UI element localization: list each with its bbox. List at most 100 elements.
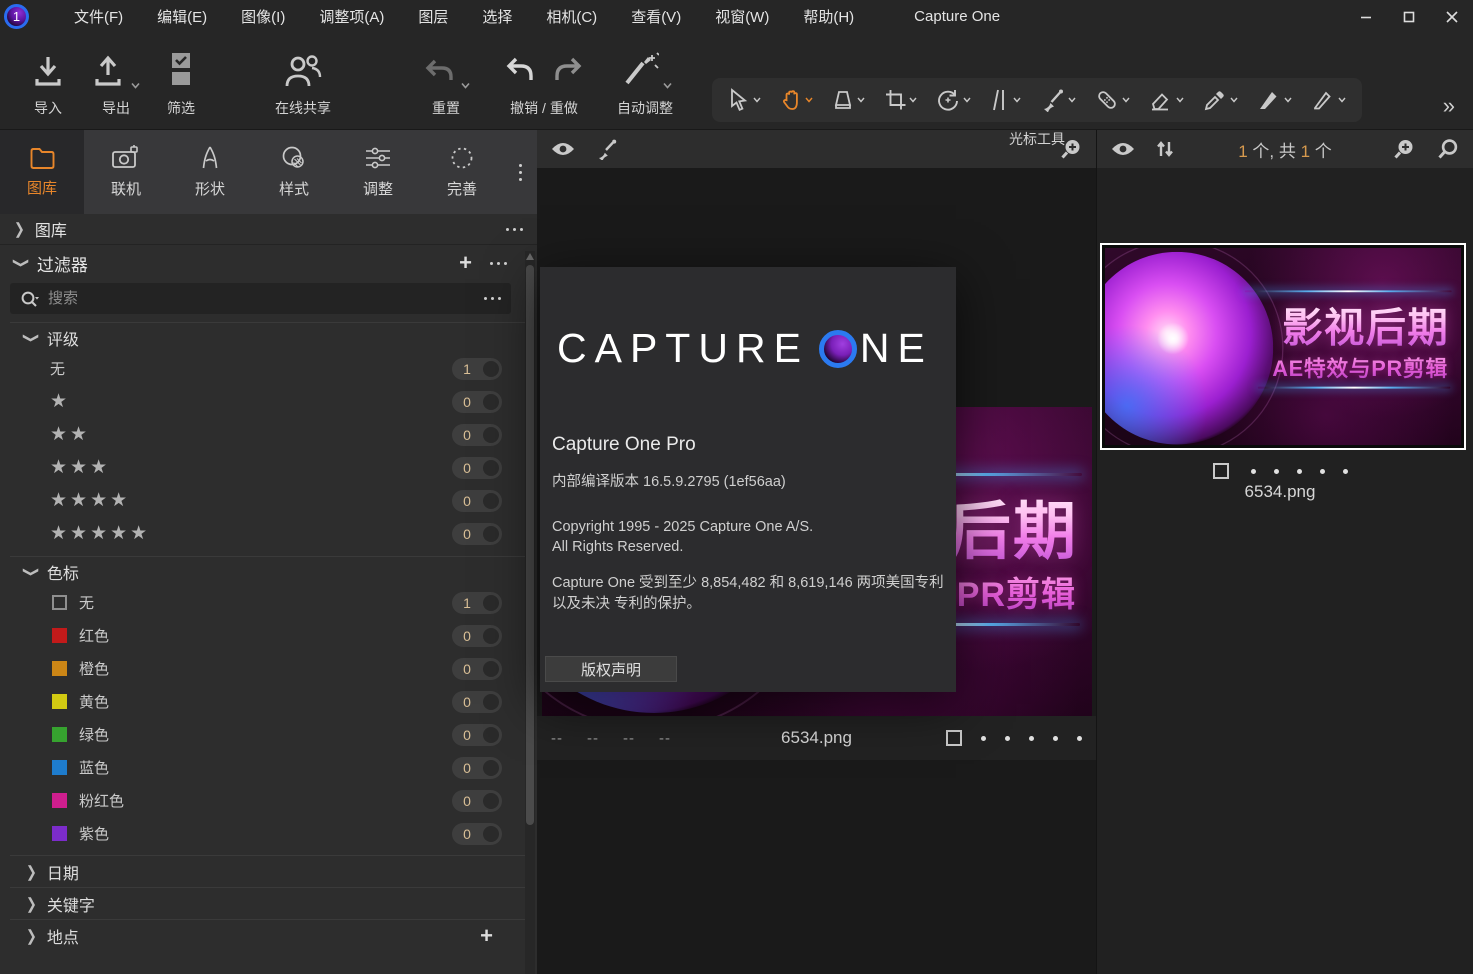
color-row-green[interactable]: 绿色 0 xyxy=(0,718,537,751)
menu-adjustments[interactable]: 调整项(A) xyxy=(302,0,401,33)
count-badge[interactable]: 0 xyxy=(452,658,502,680)
fill-pen-tool[interactable] xyxy=(1255,84,1294,116)
straighten-tool[interactable] xyxy=(988,84,1023,116)
rating-row-5star[interactable]: ★★★★★ 0 xyxy=(0,517,537,550)
rating-row-4star[interactable]: ★★★★ 0 xyxy=(0,484,537,517)
rating-row-none[interactable]: 无 1 xyxy=(0,352,537,385)
places-section-header[interactable]: ❯ 地点 + xyxy=(10,919,527,951)
menu-camera[interactable]: 相机(C) xyxy=(529,0,614,33)
tab-adjust[interactable]: 调整 xyxy=(336,130,420,214)
search-input[interactable] xyxy=(48,290,484,307)
color-tag-section-header[interactable]: ❯ 色标 xyxy=(10,556,527,586)
import-button[interactable]: 导入 xyxy=(20,43,76,118)
sidebar-scrollbar[interactable] xyxy=(525,251,535,974)
share-button[interactable]: 在线共享 xyxy=(255,43,351,118)
rating-dots[interactable] xyxy=(1251,469,1348,474)
rating-row-2star[interactable]: ★★ 0 xyxy=(0,418,537,451)
menu-edit[interactable]: 编辑(E) xyxy=(140,0,224,33)
color-row-red[interactable]: 红色 0 xyxy=(0,619,537,652)
count-badge[interactable]: 0 xyxy=(452,457,502,479)
undo-icon[interactable] xyxy=(505,53,535,89)
menu-help[interactable]: 帮助(H) xyxy=(786,0,871,33)
zoom-in-icon[interactable] xyxy=(1393,138,1415,160)
add-place-icon[interactable]: + xyxy=(480,925,493,947)
close-icon[interactable] xyxy=(1430,0,1473,33)
count-badge[interactable]: 0 xyxy=(452,523,502,545)
pan-tool[interactable] xyxy=(778,84,815,116)
rating-section-header[interactable]: ❯ 评级 xyxy=(10,322,527,352)
count-badge[interactable]: 0 xyxy=(452,625,502,647)
brush-tool[interactable] xyxy=(1039,84,1078,116)
tab-shapes[interactable]: 形状 xyxy=(168,130,252,214)
reset-button[interactable]: 重置 xyxy=(413,43,479,118)
color-row-orange[interactable]: 橙色 0 xyxy=(0,652,537,685)
count-badge[interactable]: 0 xyxy=(452,691,502,713)
keywords-section-header[interactable]: ❯ 关键字 xyxy=(10,887,527,919)
crop-tool[interactable] xyxy=(882,84,919,116)
library-menu-icon[interactable] xyxy=(506,228,523,231)
thumbnail-selected[interactable]: 影视后期 AE特效与PR剪辑 xyxy=(1100,243,1466,450)
menu-layers[interactable]: 图层 xyxy=(401,0,465,33)
brush-icon[interactable] xyxy=(597,138,619,160)
count-badge[interactable]: 0 xyxy=(452,424,502,446)
loupe-tool[interactable] xyxy=(830,84,867,116)
tab-library[interactable]: 图库 xyxy=(0,130,84,214)
count-badge[interactable]: 0 xyxy=(452,724,502,746)
filter-button[interactable]: 筛选 xyxy=(155,43,207,118)
select-checkbox[interactable] xyxy=(946,730,962,746)
toolbar-overflow-icon[interactable]: » xyxy=(1443,95,1455,117)
rating-row-1star[interactable]: ★ 0 xyxy=(0,385,537,418)
color-row-pink[interactable]: 粉红色 0 xyxy=(0,784,537,817)
count-badge[interactable]: 0 xyxy=(452,391,502,413)
cursor-tools-group xyxy=(712,78,1362,122)
color-row-none[interactable]: 无 1 xyxy=(0,586,537,619)
select-checkbox[interactable] xyxy=(1213,463,1229,479)
color-row-purple[interactable]: 紫色 0 xyxy=(0,817,537,850)
count-badge[interactable]: 0 xyxy=(452,490,502,512)
library-section-header[interactable]: ❯ 图库 xyxy=(0,214,537,245)
date-section-header[interactable]: ❯ 日期 xyxy=(10,855,527,887)
color-swatch-blue xyxy=(52,760,67,775)
count-badge[interactable]: 0 xyxy=(452,823,502,845)
color-swatch-purple xyxy=(52,826,67,841)
menu-view[interactable]: 查看(V) xyxy=(614,0,698,33)
erase-tool[interactable] xyxy=(1147,84,1186,116)
filters-header[interactable]: ❯ 过滤器 + xyxy=(0,245,537,281)
rating-row-3star[interactable]: ★★★ 0 xyxy=(0,451,537,484)
tab-capture[interactable]: 联机 xyxy=(84,130,168,214)
redo-icon[interactable] xyxy=(553,53,583,89)
magic-wand-icon xyxy=(600,43,690,93)
count-badge[interactable]: 1 xyxy=(452,358,502,380)
search-icon[interactable] xyxy=(1437,138,1459,160)
tab-refine[interactable]: 完善 xyxy=(420,130,504,214)
rating-dots[interactable] xyxy=(981,736,1082,741)
heal-tool[interactable] xyxy=(1093,84,1132,116)
search-options-icon[interactable] xyxy=(484,297,501,300)
add-filter-icon[interactable]: + xyxy=(459,252,472,274)
menu-window[interactable]: 视窗(W) xyxy=(698,0,786,33)
count-badge[interactable]: 0 xyxy=(452,757,502,779)
pen-tool[interactable] xyxy=(1309,84,1348,116)
menu-select[interactable]: 选择 xyxy=(465,0,529,33)
menu-image[interactable]: 图像(I) xyxy=(224,0,302,33)
maximize-icon[interactable] xyxy=(1387,0,1430,33)
export-button[interactable]: 导出 xyxy=(83,43,149,118)
eye-icon[interactable] xyxy=(551,141,575,157)
capture-one-logo: CAPTURE NE xyxy=(557,325,933,372)
filters-menu-icon[interactable] xyxy=(490,262,507,265)
rotate-tool[interactable] xyxy=(934,84,973,116)
count-badge[interactable]: 1 xyxy=(452,592,502,614)
thumbnail-image: 影视后期 AE特效与PR剪辑 xyxy=(1105,248,1461,445)
color-row-blue[interactable]: 蓝色 0 xyxy=(0,751,537,784)
select-tool[interactable] xyxy=(726,84,763,116)
tab-styles[interactable]: 样式 xyxy=(252,130,336,214)
count-badge[interactable]: 0 xyxy=(452,790,502,812)
menu-file[interactable]: 文件(F) xyxy=(57,0,140,33)
pick-tool[interactable] xyxy=(1201,84,1240,116)
auto-adjust-button[interactable]: 自动调整 xyxy=(600,43,690,118)
minimize-icon[interactable] xyxy=(1344,0,1387,33)
scrollbar-thumb[interactable] xyxy=(526,265,534,825)
copyright-notice-button[interactable]: 版权声明 xyxy=(545,656,677,682)
color-row-yellow[interactable]: 黄色 0 xyxy=(0,685,537,718)
tabs-menu-kebab-icon[interactable] xyxy=(504,130,537,214)
